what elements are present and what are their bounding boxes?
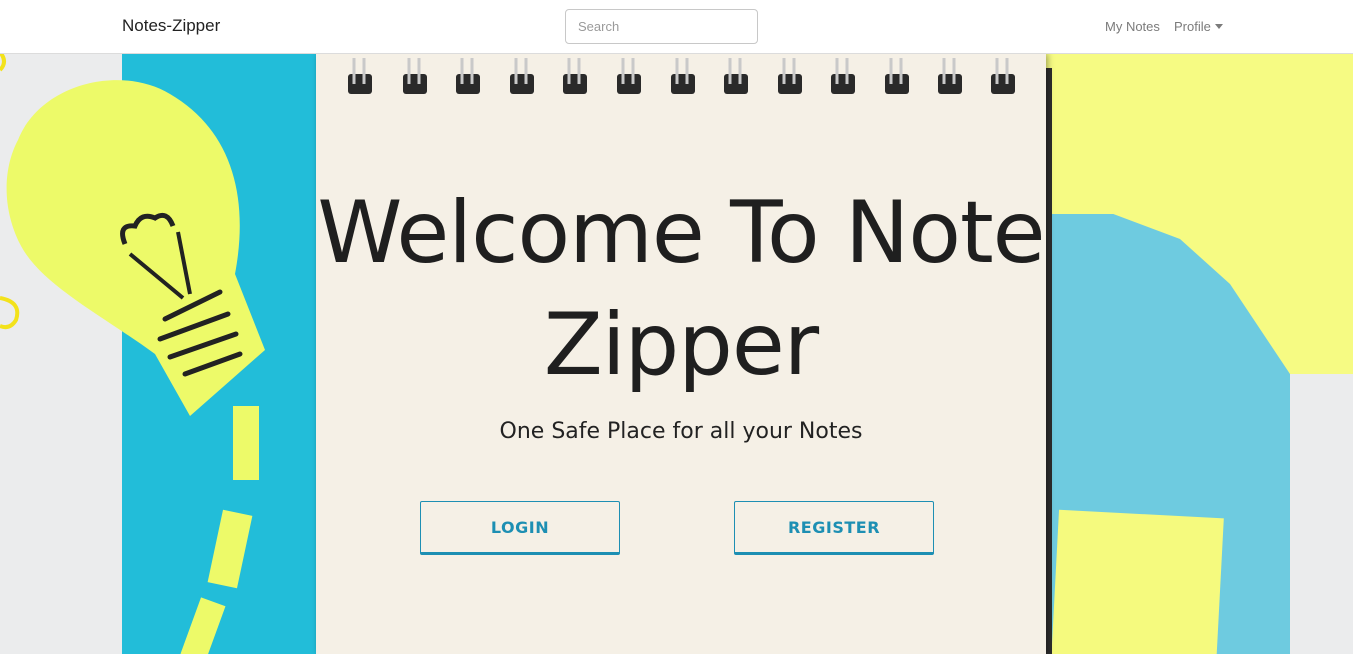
nav-profile-label: Profile bbox=[1174, 19, 1211, 34]
hero-subtitle: One Safe Place for all your Notes bbox=[499, 419, 863, 444]
search-input[interactable] bbox=[565, 9, 758, 44]
navbar: Notes-Zipper My Notes Profile bbox=[0, 0, 1353, 54]
spiral-binding bbox=[348, 58, 1015, 94]
login-button[interactable]: LOGIN bbox=[420, 501, 620, 555]
nav-my-notes-link[interactable]: My Notes bbox=[1105, 19, 1160, 34]
lightbulb-icon bbox=[6, 80, 265, 417]
hero-title: Welcome To Note Zipper bbox=[317, 183, 1045, 395]
nav-profile-dropdown[interactable]: Profile bbox=[1174, 19, 1223, 34]
caret-down-icon bbox=[1214, 24, 1223, 29]
brand-logo-text[interactable]: Notes-Zipper bbox=[122, 16, 220, 36]
register-button[interactable]: REGISTER bbox=[734, 501, 934, 555]
